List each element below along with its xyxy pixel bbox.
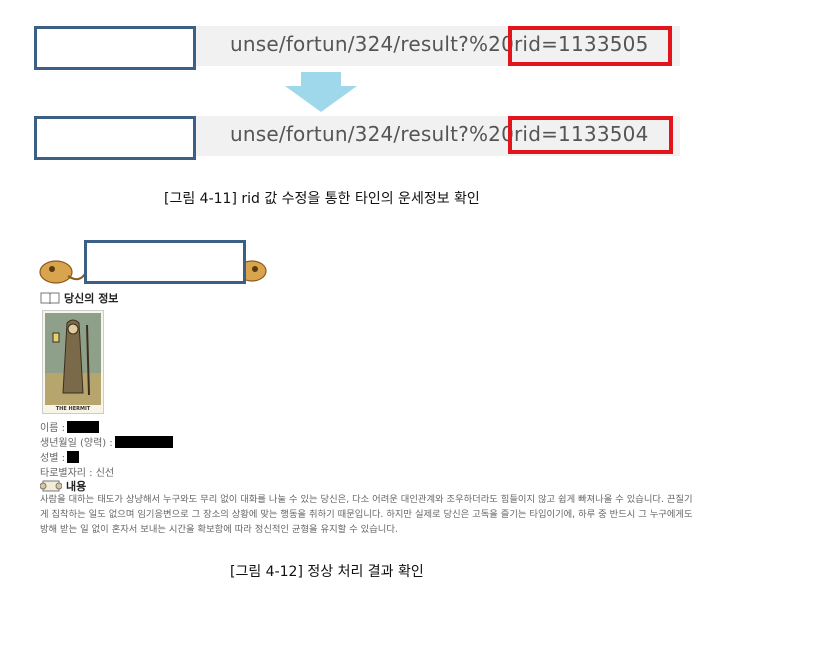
ornament-left [39, 260, 87, 284]
tarot-card: THE HERMIT [42, 310, 104, 414]
birthdate-label: 생년월일 (양력) : [40, 438, 113, 449]
down-arrow-icon [285, 72, 357, 112]
tarot-sign-text: 타로별자리 : 신선 [40, 468, 115, 479]
book-icon [40, 292, 60, 305]
profile-section-title: 당신의 정보 [64, 292, 119, 305]
name-label: 이름 : [40, 423, 65, 434]
rid-highlight-box [508, 116, 673, 154]
fortune-content-text: 사람을 대하는 태도가 상냥해서 누구와도 무리 없이 대화를 나눌 수 있는 … [40, 494, 693, 535]
redaction-box [34, 26, 196, 70]
figure-caption: [그림 4-12] 정상 처리 결과 확인 [230, 564, 424, 580]
hermit-card-image [45, 313, 101, 405]
redacted-birthdate [114, 435, 173, 448]
gender-field: 성별 : [40, 449, 79, 464]
figure-caption: [그림 4-11] rid 값 수정을 통한 타인의 운세정보 확인 [164, 191, 480, 207]
redacted-name [66, 420, 99, 433]
name-field: 이름 : [40, 419, 99, 434]
birthdate-field: 생년월일 (양력) : [40, 434, 173, 449]
profile-section-header: 당신의 정보 [40, 290, 118, 306]
redacted-gender [66, 450, 79, 463]
redaction-box [34, 116, 196, 160]
tarot-sign-field: 타로별자리 : 신선 [40, 464, 114, 479]
rid-highlight-box [508, 26, 672, 66]
card-label: THE HERMIT [55, 406, 91, 412]
redaction-box [84, 240, 246, 284]
gender-label: 성별 : [40, 453, 65, 464]
scroll-icon [40, 480, 62, 492]
